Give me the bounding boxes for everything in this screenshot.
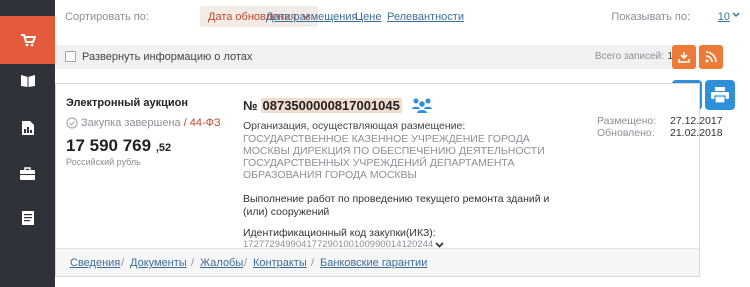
card-summary: Электронный аукцион Закупка завершена / … <box>66 97 231 167</box>
expand-lots-label[interactable]: Развернуть информацию о лотах <box>82 51 252 63</box>
tender-card: Электронный аукцион Закупка завершена / … <box>55 83 723 277</box>
document-list-icon <box>21 211 34 225</box>
tender-number-link[interactable]: 0873500000817001045 <box>260 97 402 113</box>
tab-info[interactable]: Сведения <box>70 257 120 269</box>
tab-separator: / <box>191 257 195 269</box>
tab-separator: / <box>311 257 315 269</box>
posted-date: 27.12.2017 <box>670 115 723 127</box>
tab-complaints[interactable]: Жалобы <box>200 257 243 269</box>
check-circle-icon <box>66 117 78 129</box>
price-kopecks: ,52 <box>155 142 172 154</box>
sort-by-date-posted[interactable]: Дата размещения <box>266 11 357 23</box>
tab-documents[interactable]: Документы <box>130 257 187 269</box>
org-label: Организация, осуществляющая размещение: <box>243 120 466 132</box>
cart-icon <box>20 34 36 47</box>
status-row: Закупка завершена / 44-ФЗ <box>66 117 231 129</box>
tab-separator: / <box>244 257 248 269</box>
number-prefix: № <box>243 97 258 113</box>
currency: Российский рубль <box>66 157 141 167</box>
updated-date: 21.02.2018 <box>670 127 723 139</box>
per-page-chevron-icon[interactable] <box>732 10 740 21</box>
org-name-link[interactable]: ГОСУДАРСТВЕННОЕ КАЗЕННОЕ УЧРЕЖДЕНИЕ ГОРО… <box>243 133 573 181</box>
sort-bar: Сортировать по: Дата обновления Дата раз… <box>55 0 750 34</box>
participants-icon[interactable] <box>411 97 433 113</box>
printer-icon <box>711 87 729 103</box>
document-chart-icon <box>21 121 34 135</box>
sidebar-item-briefcase[interactable] <box>0 149 55 197</box>
card-details: № 0873500000817001045 Организация, осуще… <box>243 97 573 250</box>
expand-bar: Развернуть информацию о лотах Всего запи… <box>55 45 700 69</box>
download-icon <box>678 52 690 63</box>
per-page-label: Показывать по: <box>611 11 690 23</box>
sidebar-item-book[interactable] <box>0 56 55 104</box>
ikz-label: Идентификационный код закупки(ИКЗ): <box>243 227 436 239</box>
rss-button[interactable] <box>699 45 723 69</box>
tab-bank-guarantees[interactable]: Банковские гарантии <box>320 257 427 269</box>
rss-icon <box>705 51 717 63</box>
tab-contracts[interactable]: Контракты <box>253 257 307 269</box>
sidebar-item-report[interactable] <box>0 104 55 152</box>
briefcase-icon <box>20 166 35 180</box>
sort-label: Сортировать по: <box>65 11 149 23</box>
updated-label: Обновлено: <box>597 127 655 139</box>
sidebar <box>0 0 55 287</box>
purchase-object: Выполнение работ по проведению текущего … <box>243 193 550 218</box>
total-records-label: Всего записей: <box>594 51 664 62</box>
sidebar-item-docs[interactable] <box>0 194 55 242</box>
status-text: Закупка завершена <box>81 117 181 129</box>
price: 17 590 769 ,52 <box>66 136 231 156</box>
card-dates: Размещено: 27.12.2017 Обновлено: 21.02.2… <box>597 115 723 139</box>
card-tabs: Сведения / Документы / Жалобы / Контракт… <box>56 248 699 276</box>
print-button[interactable] <box>705 80 735 110</box>
law-badge: / 44-ФЗ <box>183 117 221 129</box>
download-button[interactable] <box>672 45 696 69</box>
updated-row: Обновлено: 21.02.2018 <box>597 127 723 139</box>
sort-by-relevance[interactable]: Релевантности <box>387 11 464 23</box>
price-main: 17 590 769 <box>66 136 152 155</box>
posted-row: Размещено: 27.12.2017 <box>597 115 723 127</box>
per-page-select[interactable]: 10 <box>718 11 730 23</box>
book-icon <box>20 74 35 87</box>
auction-type: Электронный аукцион <box>66 97 188 109</box>
tab-separator: / <box>121 257 125 269</box>
posted-label: Размещено: <box>597 115 657 127</box>
expand-lots-checkbox[interactable] <box>65 51 76 62</box>
tender-number-row: № 0873500000817001045 <box>243 97 573 113</box>
sort-by-price[interactable]: Цене <box>355 11 381 23</box>
chevron-down-icon <box>435 241 444 248</box>
